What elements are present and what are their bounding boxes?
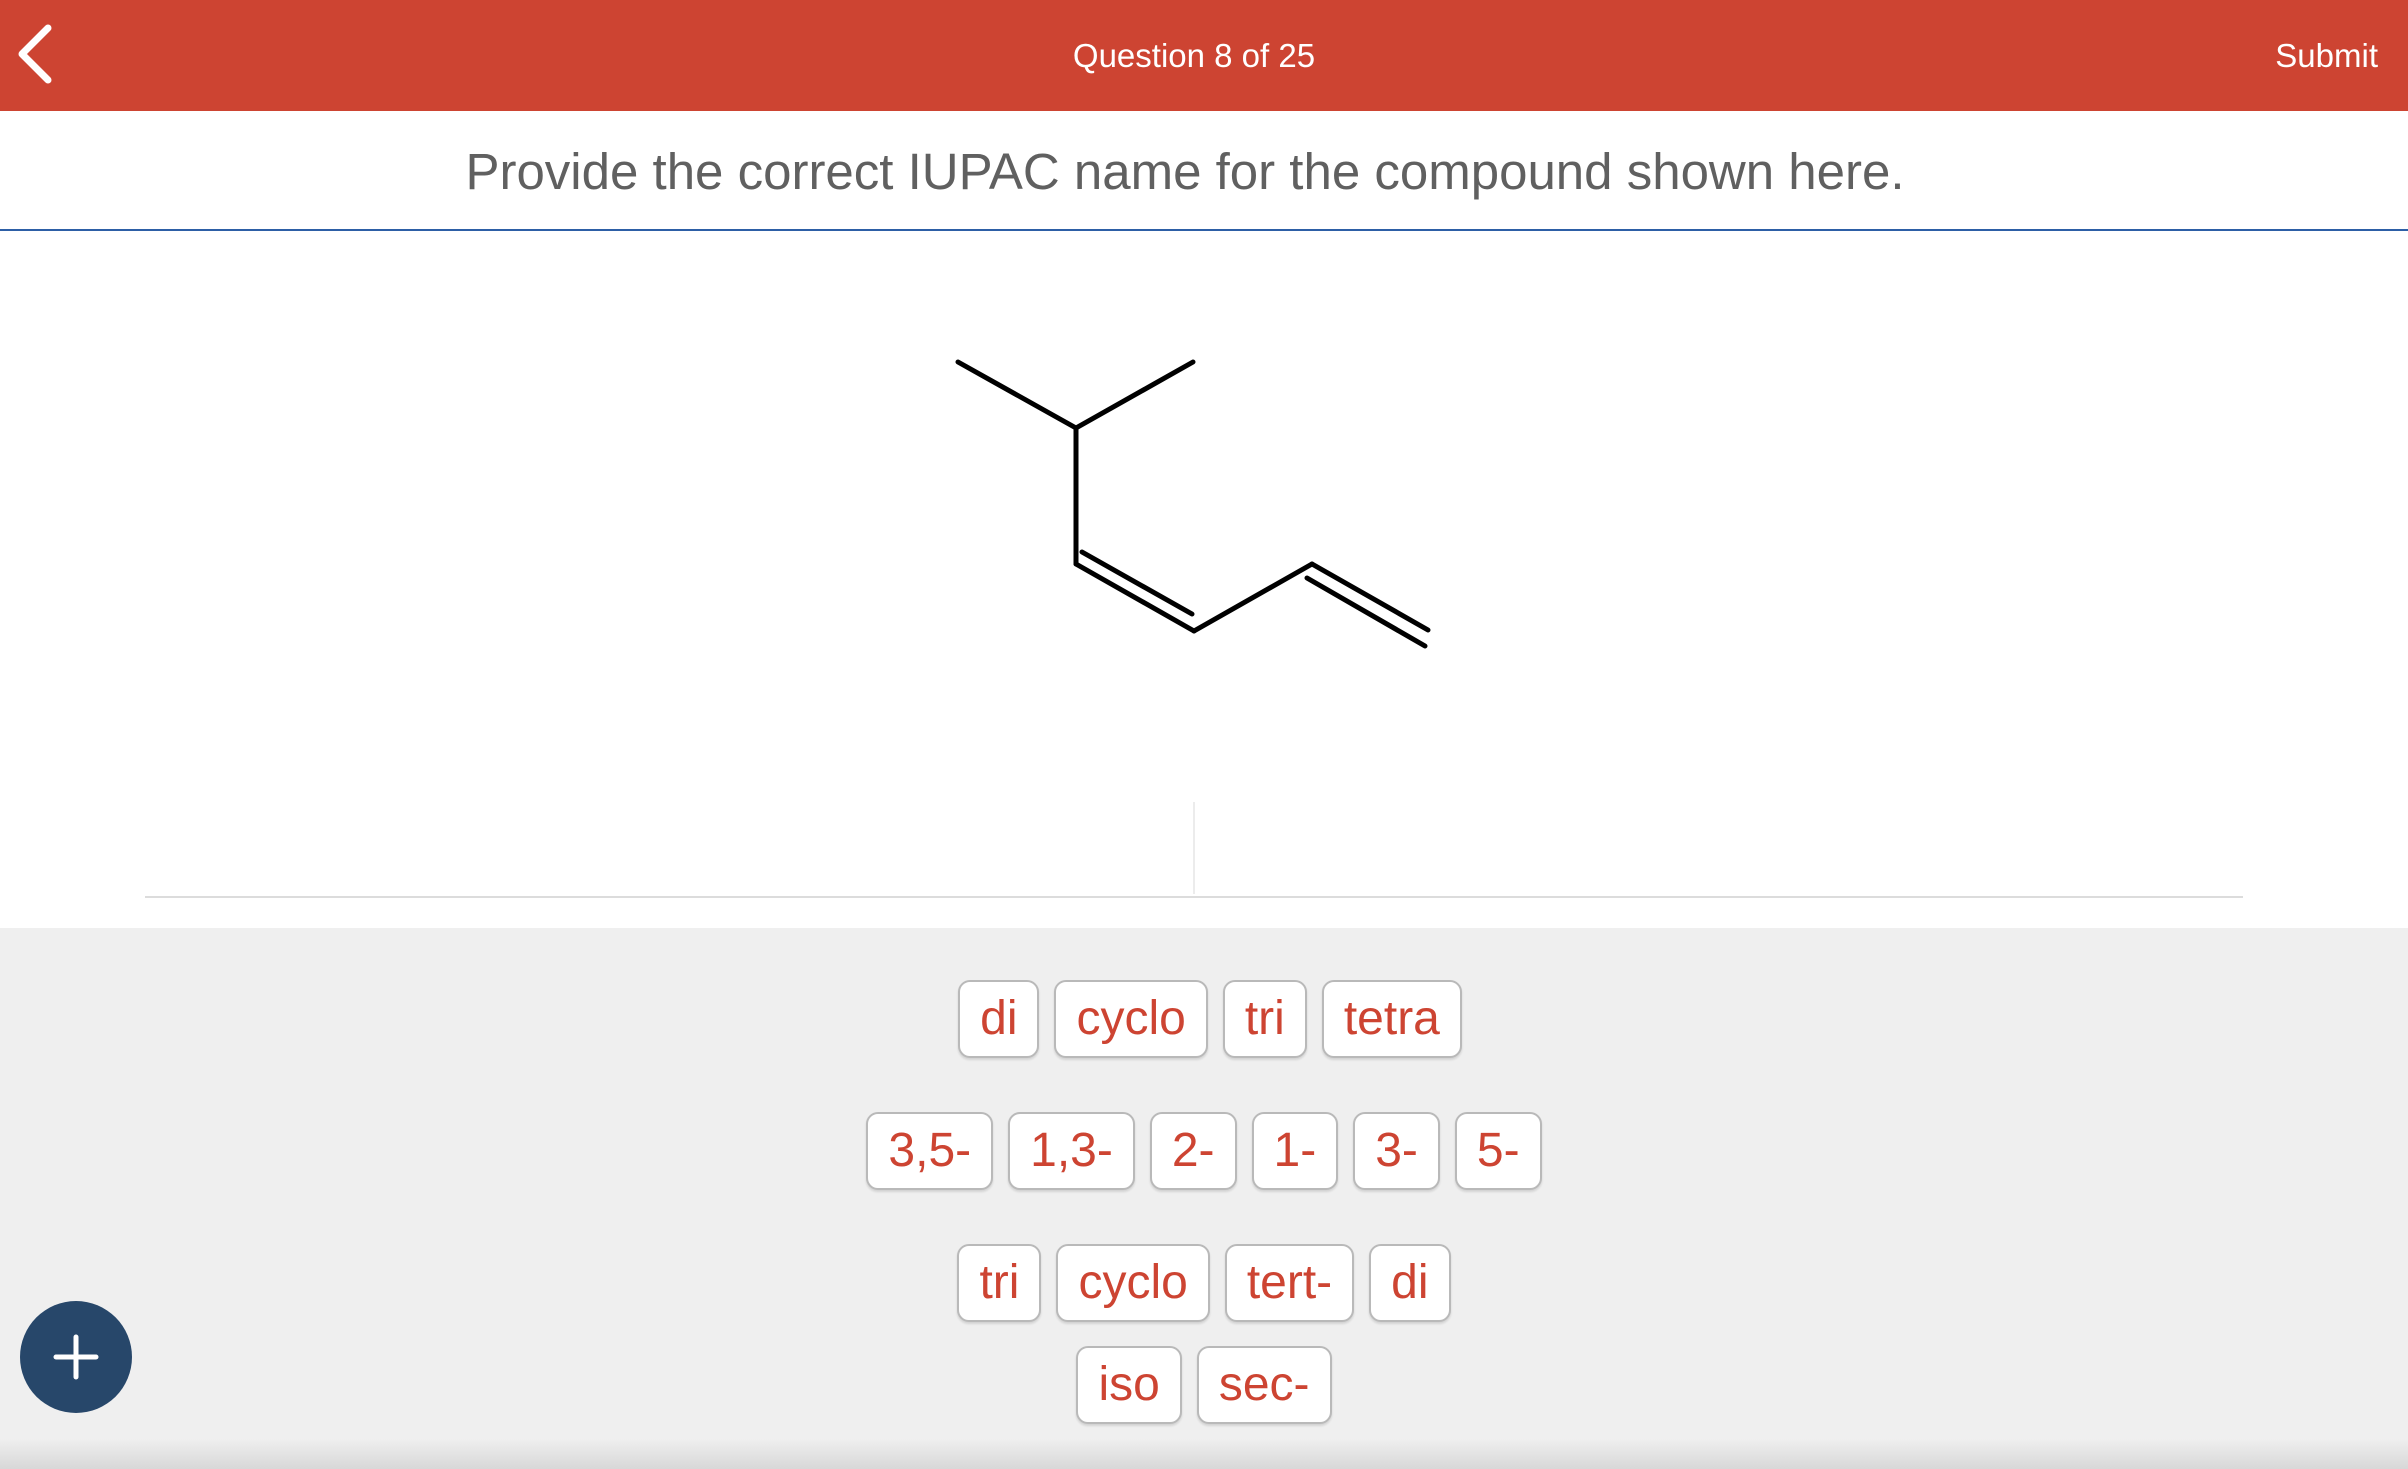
- add-button[interactable]: [20, 1301, 132, 1413]
- tile-sec[interactable]: sec-: [1196, 1346, 1332, 1424]
- bond-isopropyl: [955, 359, 1196, 431]
- answer-cursor-divider: [1193, 802, 1195, 894]
- bond-terminal: [1309, 561, 1431, 633]
- tile-iso[interactable]: iso: [1076, 1346, 1182, 1424]
- tile-row-4: iso sec-: [0, 1346, 2408, 1424]
- question-page: Question 8 of 25 Submit Provide the corr…: [0, 0, 2408, 1469]
- tile-3-5[interactable]: 3,5-: [866, 1112, 994, 1190]
- bond-double-2-inner: [1304, 575, 1428, 649]
- tile-row-1: di cyclo tri tetra: [0, 980, 2408, 1058]
- tile-row-3: tri cyclo tert- di: [0, 1244, 2408, 1322]
- tile-tetra[interactable]: tetra: [1321, 980, 1462, 1058]
- plus-icon: [53, 1334, 99, 1380]
- tray-bottom-shadow: [0, 1439, 2408, 1469]
- question-divider: [0, 229, 2408, 231]
- question-prompt: Provide the correct IUPAC name for the c…: [465, 143, 1905, 200]
- question-counter: Question 8 of 25: [1072, 37, 1316, 74]
- tile-cyclo-prefix[interactable]: cyclo: [1056, 1244, 1210, 1322]
- tile-cyclo[interactable]: cyclo: [1054, 980, 1208, 1058]
- answer-baseline: [145, 896, 2243, 898]
- header-bar: Question 8 of 25 Submit: [0, 0, 2408, 111]
- tile-tri[interactable]: tri: [1222, 980, 1307, 1058]
- bond-chain-1: [1073, 561, 1197, 634]
- molecule-structure: [955, 359, 1431, 649]
- tile-di[interactable]: di: [958, 980, 1040, 1058]
- tile-di-prefix[interactable]: di: [1369, 1244, 1451, 1322]
- chevron-left-icon: [18, 24, 52, 84]
- tile-row-2: 3,5- 1,3- 2- 1- 3- 5-: [0, 1112, 2408, 1190]
- submit-button[interactable]: Submit: [2275, 0, 2378, 111]
- tile-1-3[interactable]: 1,3-: [1008, 1112, 1135, 1190]
- back-button[interactable]: [10, 22, 60, 86]
- tile-3[interactable]: 3-: [1353, 1112, 1440, 1190]
- bond-double-1-inner: [1079, 549, 1195, 617]
- tile-1[interactable]: 1-: [1251, 1112, 1339, 1190]
- tile-tert[interactable]: tert-: [1224, 1244, 1355, 1322]
- bond-chain-2: [1191, 561, 1315, 634]
- tile-2[interactable]: 2-: [1149, 1112, 1237, 1190]
- tile-5[interactable]: 5-: [1454, 1112, 1542, 1190]
- tile-tri-prefix[interactable]: tri: [957, 1244, 1042, 1322]
